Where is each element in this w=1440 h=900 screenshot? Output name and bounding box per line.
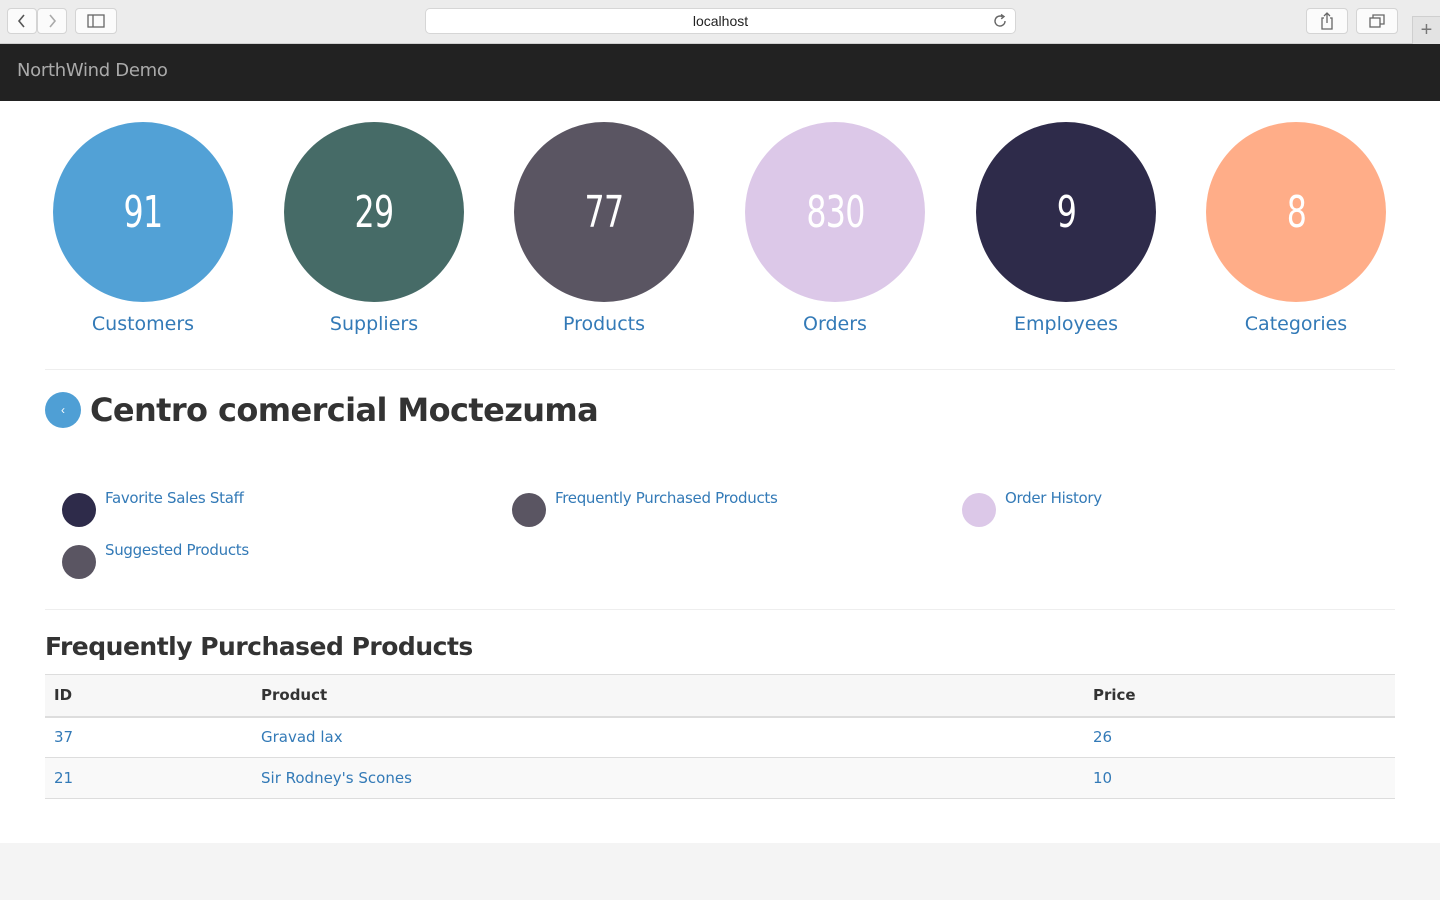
stat-employees[interactable]: 9 Employees [976,122,1156,335]
stat-label[interactable]: Categories [1186,313,1406,335]
stat-orders[interactable]: 830 Orders [745,122,925,335]
products-table: ID Product Price 37 Gravad lax 26 21 Sir… [45,674,1395,799]
stats-row: 91 Customers 29 Suppliers 77 Products 83… [0,101,1440,351]
cell-product[interactable]: Sir Rodney's Scones [252,757,1084,799]
address-text: localhost [692,13,749,29]
link-label[interactable]: Frequently Purchased Products [555,489,778,507]
back-to-list-button[interactable]: ‹ [45,392,81,428]
link-dot [62,493,96,527]
table-header-row: ID Product Price [45,674,1395,718]
cell-id[interactable]: 37 [45,716,252,758]
stat-customers[interactable]: 91 Customers [53,122,233,335]
stat-suppliers[interactable]: 29 Suppliers [284,122,464,335]
link-frequently-purchased-products[interactable]: Frequently Purchased Products [512,486,778,527]
divider [45,369,1395,370]
share-icon [1321,12,1333,30]
stat-circle[interactable]: 77 [514,122,694,302]
stat-label[interactable]: Products [494,313,714,335]
navbar-brand[interactable]: NorthWind Demo [17,60,168,81]
stat-circle[interactable]: 9 [976,122,1156,302]
stat-count: 830 [805,186,865,238]
link-dot [512,493,546,527]
stat-count: 77 [584,186,625,238]
link-suggested-products[interactable]: Suggested Products [62,538,249,579]
browser-toolbar: localhost + [0,0,1440,44]
stat-count: 9 [1056,186,1076,238]
stat-label[interactable]: Orders [725,313,945,335]
cell-price[interactable]: 26 [1084,716,1395,758]
navbar: NorthWind Demo [0,44,1440,101]
stat-label[interactable]: Employees [956,313,1176,335]
chevron-right-icon [49,14,57,28]
table-row[interactable]: 21 Sir Rodney's Scones 10 [45,757,1395,799]
tabs-overview-button[interactable] [1356,8,1398,34]
stat-label[interactable]: Customers [33,313,253,335]
share-button[interactable] [1306,8,1348,34]
section-title: Frequently Purchased Products [45,632,473,661]
main-content: 91 Customers 29 Suppliers 77 Products 83… [0,101,1440,843]
column-header-product[interactable]: Product [252,674,1084,718]
forward-button[interactable] [37,8,67,34]
divider [45,609,1395,610]
link-favorite-sales-staff[interactable]: Favorite Sales Staff [62,486,244,527]
link-dot [962,493,996,527]
stat-circle[interactable]: 830 [745,122,925,302]
stat-count: 29 [354,186,395,238]
plus-icon: + [1420,19,1433,41]
link-label[interactable]: Favorite Sales Staff [105,489,244,507]
column-header-price[interactable]: Price [1084,674,1395,718]
back-button[interactable] [7,8,37,34]
tabs-icon [1369,14,1385,28]
link-order-history[interactable]: Order History [962,486,1102,527]
customer-name: Centro comercial Moctezuma [90,391,599,429]
new-tab-button[interactable]: + [1412,16,1440,44]
link-label[interactable]: Order History [1005,489,1102,507]
link-label[interactable]: Suggested Products [105,541,249,559]
chevron-left-icon: ‹ [61,403,65,417]
stat-count: 8 [1286,186,1306,238]
stat-count: 91 [123,186,164,238]
stat-label[interactable]: Suppliers [264,313,484,335]
stat-circle[interactable]: 8 [1206,122,1386,302]
cell-price[interactable]: 10 [1084,757,1395,799]
cell-id[interactable]: 21 [45,757,252,799]
address-bar[interactable]: localhost [425,8,1016,34]
stat-categories[interactable]: 8 Categories [1206,122,1386,335]
chevron-left-icon [17,14,25,28]
sidebar-icon [87,14,105,28]
table-row[interactable]: 37 Gravad lax 26 [45,716,1395,758]
stat-circle[interactable]: 91 [53,122,233,302]
sidebar-toggle-button[interactable] [75,8,117,34]
reload-icon[interactable] [992,13,1008,29]
cell-product[interactable]: Gravad lax [252,716,1084,758]
column-header-id[interactable]: ID [45,674,252,718]
stat-circle[interactable]: 29 [284,122,464,302]
stat-products[interactable]: 77 Products [514,122,694,335]
link-dot [62,545,96,579]
